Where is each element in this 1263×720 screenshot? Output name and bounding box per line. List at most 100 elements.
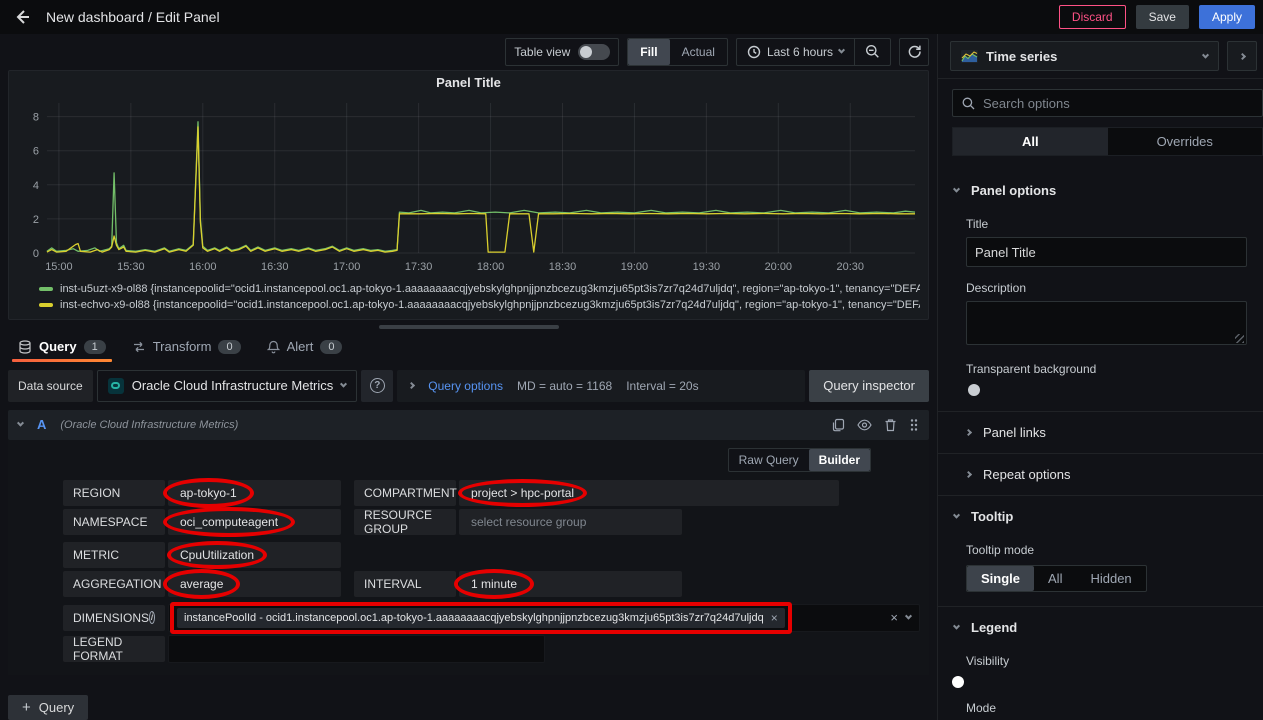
tab-transform[interactable]: Transform 0 [122,333,251,362]
max-datapoints-info: MD = auto = 1168 [517,379,612,393]
plus-icon: + [22,699,31,716]
chevron-right-icon [965,429,972,436]
transform-icon [132,340,146,354]
section-title: Panel options [971,183,1056,198]
actual-option[interactable]: Actual [670,39,727,65]
namespace-field[interactable]: oci_computeagent [168,509,341,535]
description-label: Description [966,281,1257,295]
panel-options-header[interactable]: Panel options [938,170,1263,209]
drag-grip-icon [909,418,919,432]
options-search[interactable] [952,89,1263,117]
remove-query-button[interactable] [884,418,897,432]
raw-query-option[interactable]: Raw Query [729,449,809,471]
horizontal-scrollbar[interactable] [379,325,559,330]
compartment-field[interactable]: project > hpc-portal [459,480,839,506]
description-textarea[interactable] [966,301,1247,345]
panel-options-pane: Time series All Overrides Pa [937,34,1263,720]
time-range-picker[interactable]: Last 6 hours [737,39,854,65]
hide-query-button[interactable] [857,419,872,431]
aggregation-field[interactable]: average [168,571,341,597]
raw-builder-segmented: Raw Query Builder [728,448,871,472]
panel-preview-title: Panel Title [17,75,920,93]
help-icon: ? [370,378,385,393]
panel-preview: Panel Title 0246815:0015:3016:0016:3017:… [8,70,929,320]
apply-button[interactable]: Apply [1199,5,1255,29]
svg-text:20:00: 20:00 [765,261,792,273]
legend-section: Legend Visibility Mode List Table Placem… [938,606,1263,720]
main-column: Table view Fill Actual Last 6 hours [0,34,937,720]
clear-select-icon[interactable]: × [890,610,898,625]
tab-label: Alert [287,339,314,354]
tab-query[interactable]: Query 1 [8,333,116,362]
options-scroll: All Overrides Panel options Title Descri… [938,79,1263,720]
duplicate-query-button[interactable] [831,418,845,432]
legend-item[interactable]: inst-echvo-x9-ol88 {instancepoolid="ocid… [39,297,920,313]
remove-dimension-icon[interactable]: × [771,611,778,625]
tooltip-single-option[interactable]: Single [967,566,1034,591]
tooltip-hidden-option[interactable]: Hidden [1076,566,1145,591]
svg-text:17:30: 17:30 [405,261,432,273]
visualization-picker[interactable]: Time series [950,41,1219,71]
dimensions-label: DIMENSIONS i [63,605,165,631]
compartment-value: project > hpc-portal [471,486,574,500]
query-editor-header[interactable]: A (Oracle Cloud Infrastructure Metrics) [8,410,929,440]
query-options-link[interactable]: Query options [428,379,503,393]
legend-format-input[interactable] [168,635,545,663]
tab-overrides[interactable]: Overrides [1108,128,1263,155]
tooltip-all-option[interactable]: All [1034,566,1076,591]
metric-label: METRIC [63,542,165,568]
refresh-button[interactable] [899,38,929,66]
refresh-icon [907,44,922,59]
tab-all[interactable]: All [953,128,1108,155]
metric-field[interactable]: CpuUtilization [168,542,341,568]
svg-text:19:00: 19:00 [621,261,648,273]
toggle-knob [968,384,980,396]
interval-label: INTERVAL [354,571,456,597]
chevron-down-icon [905,613,912,620]
dimension-chip[interactable]: instancePoolId - ocid1.instancepool.oc1.… [177,608,785,628]
svg-text:4: 4 [33,180,39,192]
fill-option[interactable]: Fill [628,39,669,65]
discard-button[interactable]: Discard [1059,5,1126,29]
database-icon [18,340,32,354]
svg-text:8: 8 [33,112,39,124]
add-query-button[interactable]: + Query [8,695,88,720]
query-inspector-button[interactable]: Query inspector [809,370,929,402]
builder-option[interactable]: Builder [809,449,870,471]
zoom-out-button[interactable] [855,39,890,65]
interval-field[interactable]: 1 minute [459,571,682,597]
panel-title-input[interactable] [966,237,1247,267]
legend-header[interactable]: Legend [938,607,1263,646]
fill-actual-segmented: Fill Actual [627,38,728,66]
zoom-out-icon [865,44,880,59]
region-field[interactable]: ap-tokyo-1 [168,480,341,506]
visibility-label: Visibility [966,654,1257,668]
tab-alert[interactable]: Alert 0 [257,333,353,362]
resource-group-field[interactable]: select resource group [459,509,682,535]
svg-text:17:00: 17:00 [333,261,360,273]
datasource-help-button[interactable]: ? [361,370,393,402]
back-button[interactable] [8,3,36,31]
add-query-label: Query [39,700,74,715]
legend-item[interactable]: inst-u5uzt-x9-ol88 {instancepoolid="ocid… [39,281,920,297]
dimensions-select[interactable]: instancePoolId - ocid1.instancepool.oc1.… [168,604,920,632]
chevron-down-icon [953,623,960,630]
datasource-picker[interactable]: Oracle Cloud Infrastructure Metrics [97,370,358,402]
panel-links-section[interactable]: Panel links [938,411,1263,453]
time-picker-group: Last 6 hours [736,38,891,66]
section-title: Tooltip [971,509,1013,524]
eye-icon [857,419,872,431]
table-view-label: Table view [506,45,578,59]
drag-handle[interactable] [909,418,919,432]
repeat-options-section[interactable]: Repeat options [938,453,1263,495]
interval-info: Interval = 20s [626,379,698,393]
options-search-input[interactable] [983,96,1253,111]
time-range-label: Last 6 hours [767,45,833,59]
timeseries-chart[interactable]: 0246815:0015:3016:0016:3017:0017:3018:00… [17,93,920,279]
table-view-toggle[interactable] [578,44,610,60]
query-ref-id: A [37,417,46,432]
save-button[interactable]: Save [1136,5,1189,29]
collapse-pane-button[interactable] [1227,41,1257,71]
viz-picker-row: Time series [938,34,1263,79]
tooltip-header[interactable]: Tooltip [938,496,1263,535]
